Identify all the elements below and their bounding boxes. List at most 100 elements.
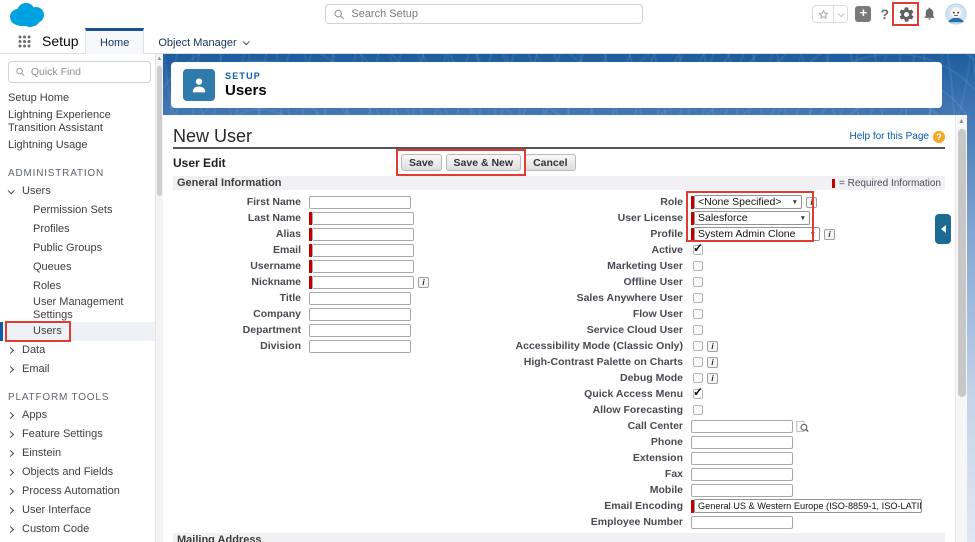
help-for-this-page-link[interactable]: Help for this Page ?	[850, 130, 945, 143]
quick-create-button[interactable]: +	[855, 6, 872, 22]
app-launcher-waffle-icon[interactable]	[18, 35, 31, 53]
chevron-right-icon	[6, 365, 15, 374]
user-avatar[interactable]	[945, 3, 967, 25]
sidebar-item-users[interactable]: Users	[0, 321, 163, 342]
field-label-marketing-user: Marketing User	[607, 260, 683, 272]
sidebar-scrollbar-thumb[interactable]	[157, 66, 162, 196]
tab-object-manager[interactable]: Object Manager	[144, 28, 261, 54]
field-select-email-encoding[interactable]: General US & Western Europe (ISO-8859-1,…	[694, 499, 922, 513]
sidebar-item-apps[interactable]: Apps	[0, 406, 163, 425]
notifications-button[interactable]	[922, 6, 938, 22]
field-input-extension[interactable]	[691, 451, 793, 465]
sidebar-scrollbar[interactable]: ▲	[155, 54, 163, 542]
select-arrow-icon: ▼	[791, 198, 798, 206]
field-input-title[interactable]	[309, 291, 411, 305]
quick-find-input[interactable]	[30, 66, 143, 78]
sidebar-collapse-tab[interactable]	[935, 214, 951, 244]
sidebar-item-users[interactable]: Users	[0, 182, 163, 201]
sidebar-item-queues[interactable]: Queues	[0, 258, 163, 277]
field-checkbox-accessibility-mode-classic-only[interactable]	[693, 341, 703, 351]
sidebar-item-profiles[interactable]: Profiles	[0, 220, 163, 239]
field-select-user-license[interactable]: Salesforce ▼	[694, 211, 810, 225]
info-icon[interactable]: i	[418, 276, 429, 288]
field-input-last-name[interactable]	[312, 211, 414, 225]
tab-home[interactable]: Home	[85, 28, 145, 54]
field-control-first-name	[309, 195, 411, 209]
select-value: <None Specified>	[698, 196, 782, 208]
lookup-icon[interactable]	[796, 420, 809, 433]
info-icon[interactable]: i	[707, 340, 718, 352]
field-input-division[interactable]	[309, 339, 411, 353]
chevron-right-icon	[6, 449, 15, 458]
info-icon[interactable]: i	[824, 228, 835, 240]
sidebar-item-user-management-settings[interactable]: User Management Settings	[0, 296, 163, 322]
scroll-up-arrow[interactable]: ▲	[956, 118, 967, 125]
field-control-marketing-user	[691, 261, 703, 271]
field-control-employee-number	[691, 515, 793, 529]
favorites-star-button[interactable]	[812, 5, 835, 23]
cancel-button[interactable]: Cancel	[525, 154, 576, 171]
sidebar-item-email[interactable]: Email	[0, 360, 163, 379]
save-and-new-button[interactable]: Save & New	[445, 154, 522, 171]
field-input-company[interactable]	[309, 307, 411, 321]
sidebar-item-public-groups[interactable]: Public Groups	[0, 239, 163, 258]
sidebar-item-lightning-experience-transition-assistant[interactable]: Lightning Experience Transition Assistan…	[0, 108, 163, 136]
field-checkbox-marketing-user[interactable]	[693, 261, 703, 271]
field-label-user-license: User License	[617, 212, 683, 224]
save-button[interactable]: Save	[401, 154, 442, 171]
main-scrollbar-thumb[interactable]	[957, 129, 966, 397]
field-control-username	[309, 259, 414, 273]
sidebar-item-einstein[interactable]: Einstein	[0, 444, 163, 463]
info-icon[interactable]: i	[806, 196, 817, 208]
field-select-role[interactable]: <None Specified> ▼	[694, 195, 802, 209]
global-search[interactable]	[325, 4, 643, 24]
field-input-fax[interactable]	[691, 467, 793, 481]
sidebar-item-custom-code[interactable]: Custom Code	[0, 520, 163, 539]
sidebar-item-user-interface[interactable]: User Interface	[0, 501, 163, 520]
sidebar-item-label: Data	[22, 344, 46, 356]
sidebar-item-process-automation[interactable]: Process Automation	[0, 482, 163, 501]
sidebar-item-feature-settings[interactable]: Feature Settings	[0, 425, 163, 444]
scroll-up-arrow[interactable]: ▲	[156, 56, 163, 62]
sidebar-item-label: PLATFORM TOOLS	[8, 391, 110, 403]
select-value: Salesforce	[698, 212, 748, 224]
field-checkbox-offline-user[interactable]	[693, 277, 703, 287]
help-button[interactable]: ?	[878, 6, 891, 22]
main-scrollbar[interactable]: ▲	[955, 115, 967, 542]
field-checkbox-sales-anywhere-user[interactable]	[693, 293, 703, 303]
favorites-dropdown-button[interactable]	[834, 5, 849, 23]
info-icon[interactable]: i	[707, 356, 718, 368]
field-input-username[interactable]	[312, 259, 414, 273]
global-search-input[interactable]	[351, 8, 634, 20]
field-checkbox-service-cloud-user[interactable]	[693, 325, 703, 335]
info-icon[interactable]: i	[707, 372, 718, 384]
field-input-department[interactable]	[309, 323, 411, 337]
field-checkbox-debug-mode[interactable]	[693, 373, 703, 383]
sidebar-item-data[interactable]: Data	[0, 341, 163, 360]
setup-gear-button[interactable]	[892, 1, 919, 26]
field-checkbox-flow-user[interactable]	[693, 309, 703, 319]
field-input-phone[interactable]	[691, 435, 793, 449]
field-input-first-name[interactable]	[309, 195, 411, 209]
sidebar-item-permission-sets[interactable]: Permission Sets	[0, 201, 163, 220]
field-input-email[interactable]	[312, 243, 414, 257]
field-checkbox-quick-access-menu[interactable]	[693, 385, 703, 399]
field-checkbox-active[interactable]	[693, 241, 703, 255]
field-control-alias	[309, 227, 414, 241]
sidebar-item-objects-and-fields[interactable]: Objects and Fields	[0, 463, 163, 482]
form-row-user-license: User License Salesforce ▼	[431, 210, 951, 226]
sidebar-item-lightning-usage[interactable]: Lightning Usage	[0, 136, 163, 155]
quick-find-box[interactable]	[8, 61, 151, 83]
field-input-nickname[interactable]	[312, 275, 414, 289]
field-input-alias[interactable]	[312, 227, 414, 241]
sidebar-item-roles[interactable]: Roles	[0, 277, 163, 296]
sidebar-item-setup-home[interactable]: Setup Home	[0, 89, 163, 108]
field-checkbox-high-contrast-palette-on-charts[interactable]	[693, 357, 703, 367]
field-select-profile[interactable]: System Admin Clone ▼	[694, 227, 820, 241]
field-input-call-center[interactable]	[691, 419, 793, 433]
field-label-extension: Extension	[632, 452, 683, 464]
field-input-mobile[interactable]	[691, 483, 793, 497]
search-icon	[334, 9, 345, 19]
field-checkbox-allow-forecasting[interactable]	[693, 405, 703, 415]
field-input-employee-number[interactable]	[691, 515, 793, 529]
